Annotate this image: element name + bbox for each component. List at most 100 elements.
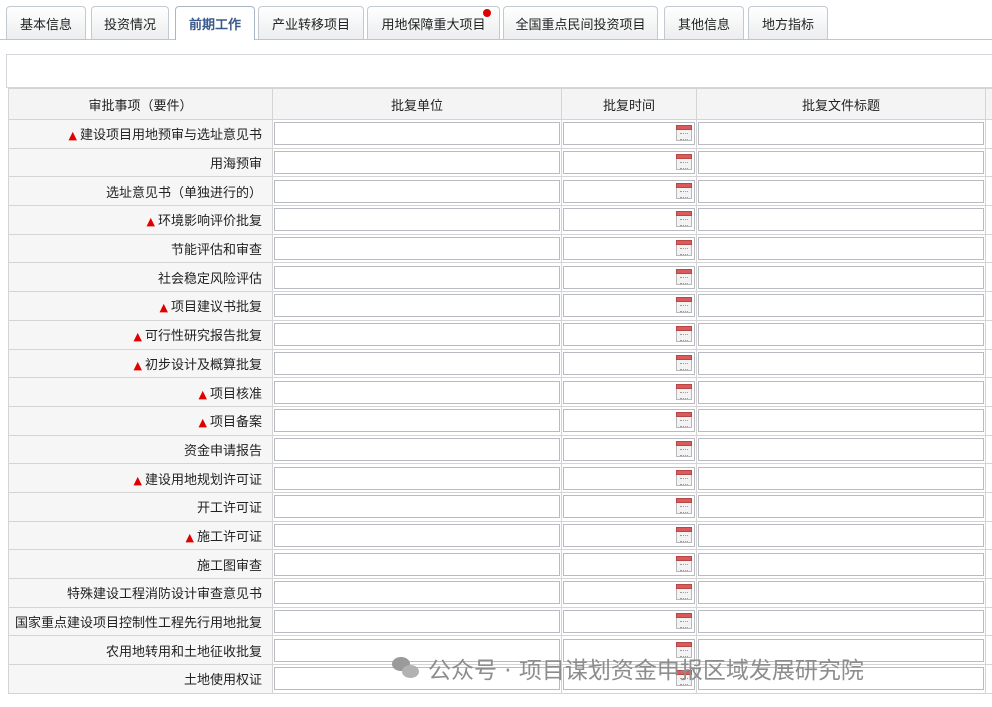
calendar-icon[interactable]: [676, 354, 692, 371]
tab-0[interactable]: 基本信息: [6, 6, 86, 39]
document-title-cell: [696, 434, 986, 465]
document-title-input[interactable]: [698, 610, 984, 634]
approval-unit-cell: [272, 549, 562, 579]
approval-unit-cell: [272, 319, 562, 350]
approval-time-cell: [561, 549, 697, 579]
tab-label: 基本信息: [19, 17, 72, 33]
approval-unit-input[interactable]: [274, 638, 560, 662]
approval-time-cell: [561, 233, 697, 264]
approval-unit-input[interactable]: [274, 208, 560, 232]
approval-unit-input[interactable]: [274, 466, 560, 490]
document-title-input[interactable]: [698, 208, 984, 232]
overflow-cell: [985, 606, 992, 637]
toolbar-band: [6, 54, 992, 88]
document-title-input[interactable]: [698, 323, 984, 347]
calendar-icon[interactable]: [676, 498, 692, 515]
table-row: 用海预审: [8, 147, 992, 178]
document-title-input[interactable]: [698, 466, 984, 490]
document-title-input[interactable]: [698, 265, 984, 289]
approval-unit-input[interactable]: [274, 122, 560, 146]
calendar-icon[interactable]: [676, 584, 692, 601]
document-title-cell: [696, 377, 986, 407]
calendar-icon[interactable]: [676, 211, 692, 228]
document-title-input[interactable]: [698, 294, 984, 318]
document-title-input[interactable]: [698, 552, 984, 576]
tab-3[interactable]: 产业转移项目: [258, 6, 364, 39]
approval-item-label: ▲ 初步设计及概算批复: [8, 348, 273, 379]
calendar-icon[interactable]: [676, 297, 692, 314]
required-marker-icon: ▲: [133, 473, 142, 487]
calendar-icon[interactable]: [676, 383, 692, 400]
document-title-input[interactable]: [698, 237, 984, 261]
approval-unit-cell: [272, 205, 562, 235]
document-title-input[interactable]: [698, 179, 984, 203]
approval-unit-input[interactable]: [274, 552, 560, 576]
tab-label: 地方指标: [761, 17, 814, 33]
approval-unit-input[interactable]: [274, 237, 560, 261]
document-title-input[interactable]: [698, 581, 984, 605]
approval-unit-input[interactable]: [274, 523, 560, 547]
calendar-icon[interactable]: [676, 555, 692, 572]
document-title-input[interactable]: [698, 523, 984, 547]
approval-unit-input[interactable]: [274, 294, 560, 318]
approval-table: 审批事项（要件） 批复单位 批复时间 批复文件标题 ▲ 建设项目用地预审与选址意见…: [8, 88, 992, 694]
approval-time-cell: [561, 147, 697, 178]
header-document-title: 批复文件标题: [696, 88, 986, 120]
table-row: 国家重点建设项目控制性工程先行用地批复: [8, 606, 992, 637]
calendar-icon[interactable]: [676, 412, 692, 429]
document-title-input[interactable]: [698, 380, 984, 404]
overflow-cell: [985, 205, 992, 235]
calendar-icon[interactable]: [676, 469, 692, 486]
approval-unit-input[interactable]: [274, 667, 560, 691]
document-title-input[interactable]: [698, 495, 984, 519]
approval-unit-input[interactable]: [274, 610, 560, 634]
overflow-cell: [985, 319, 992, 350]
approval-unit-input[interactable]: [274, 581, 560, 605]
approval-item-text: 资金申请报告: [183, 443, 262, 459]
document-title-input[interactable]: [698, 122, 984, 146]
tab-7[interactable]: 地方指标: [748, 6, 828, 39]
tab-4[interactable]: 用地保障重大项目: [367, 6, 500, 39]
overflow-cell: [985, 377, 992, 407]
approval-unit-cell: [272, 233, 562, 264]
calendar-icon[interactable]: [676, 182, 692, 199]
calendar-icon[interactable]: [676, 125, 692, 142]
tab-2[interactable]: 前期工作: [175, 6, 255, 40]
calendar-icon[interactable]: [676, 154, 692, 171]
approval-unit-input[interactable]: [274, 380, 560, 404]
table-row: ▲ 施工许可证: [8, 520, 992, 551]
tab-5[interactable]: 全国重点民间投资项目: [503, 6, 658, 39]
approval-unit-input[interactable]: [274, 151, 560, 175]
approval-unit-input[interactable]: [274, 437, 560, 461]
approval-unit-input[interactable]: [274, 323, 560, 347]
calendar-icon[interactable]: [676, 526, 692, 543]
calendar-icon[interactable]: [676, 240, 692, 257]
tab-1[interactable]: 投资情况: [91, 6, 169, 39]
table-row: 农用地转用和土地征收批复: [8, 635, 992, 666]
calendar-icon[interactable]: [676, 326, 692, 343]
approval-unit-cell: [272, 434, 562, 465]
document-title-input[interactable]: [698, 638, 984, 662]
calendar-icon[interactable]: [676, 613, 692, 630]
table-row: ▲ 可行性研究报告批复: [8, 319, 992, 350]
document-title-input[interactable]: [698, 437, 984, 461]
document-title-cell: [696, 635, 986, 666]
approval-unit-input[interactable]: [274, 265, 560, 289]
calendar-icon[interactable]: [676, 268, 692, 285]
approval-item-text: 可行性研究报告批复: [144, 329, 262, 345]
document-title-input[interactable]: [698, 409, 984, 433]
document-title-input[interactable]: [698, 667, 984, 691]
approval-unit-input[interactable]: [274, 495, 560, 519]
approval-unit-input[interactable]: [274, 409, 560, 433]
calendar-icon[interactable]: [676, 670, 692, 687]
calendar-icon[interactable]: [676, 440, 692, 457]
document-title-input[interactable]: [698, 351, 984, 375]
approval-date-field: [563, 265, 695, 289]
approval-time-cell: [561, 348, 697, 379]
tab-6[interactable]: 其他信息: [664, 6, 744, 39]
approval-date-field: [563, 151, 695, 175]
approval-unit-input[interactable]: [274, 179, 560, 203]
calendar-icon[interactable]: [676, 641, 692, 658]
document-title-input[interactable]: [698, 151, 984, 175]
approval-unit-input[interactable]: [274, 351, 560, 375]
